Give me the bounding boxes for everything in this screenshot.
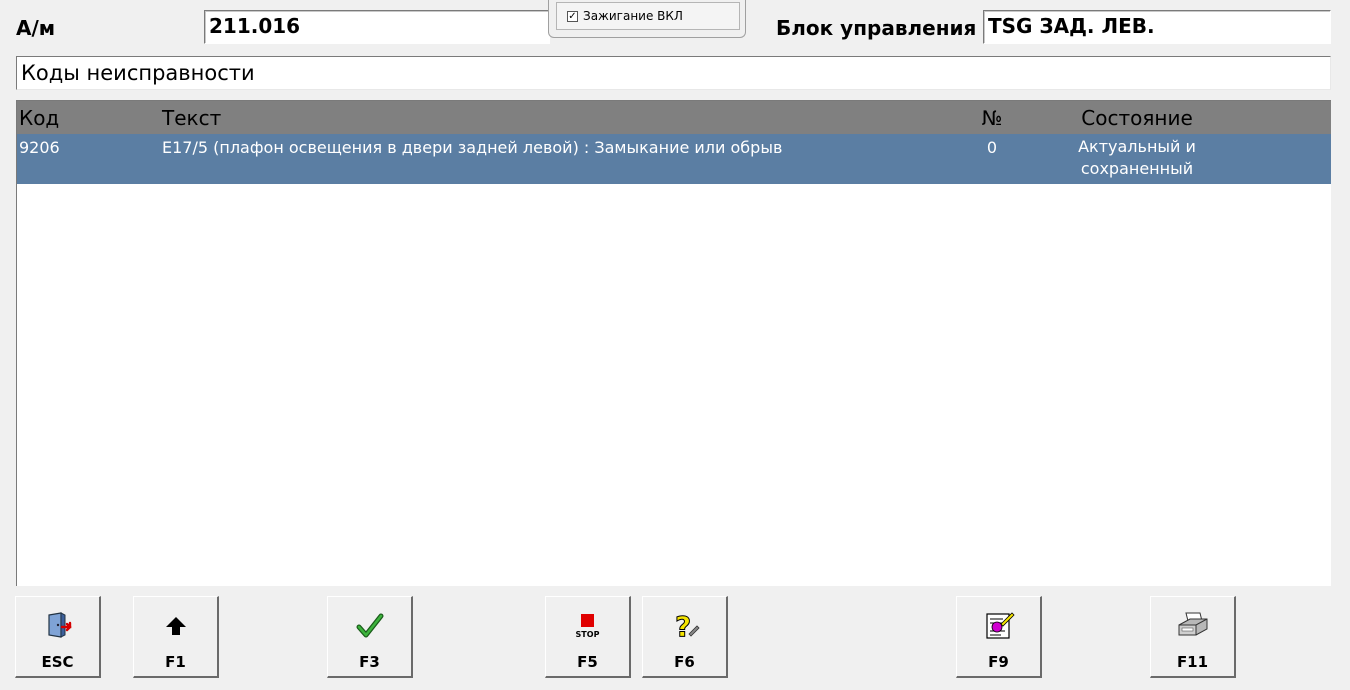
ignition-checkbox[interactable]: ✓ bbox=[567, 10, 578, 22]
stop-icon-text: STOP bbox=[575, 629, 600, 639]
table-header: Код Текст № Состояние bbox=[17, 101, 1331, 134]
printer-icon bbox=[1151, 609, 1234, 643]
f9-key-label: F9 bbox=[988, 653, 1009, 671]
f5-button[interactable]: STOP F5 bbox=[545, 596, 631, 678]
exit-door-icon bbox=[16, 609, 99, 643]
vehicle-label: А/м bbox=[16, 16, 56, 40]
row-number: 0 bbox=[986, 138, 998, 157]
row-text: E17/5 (плафон освещения в двери задней л… bbox=[162, 138, 783, 157]
column-header-code[interactable]: Код bbox=[19, 101, 59, 135]
row-state: Актуальный и сохраненный bbox=[1078, 137, 1196, 178]
table-row[interactable]: 9206 E17/5 (плафон освещения в двери зад… bbox=[17, 134, 1331, 184]
vehicle-field[interactable]: 211.016 bbox=[204, 10, 550, 44]
esc-button[interactable]: ESC bbox=[15, 596, 101, 678]
control-unit-label: Блок управления bbox=[776, 16, 977, 40]
f9-button[interactable]: F9 bbox=[956, 596, 1042, 678]
column-header-state[interactable]: Состояние bbox=[1057, 101, 1217, 135]
esc-key-label: ESC bbox=[41, 653, 74, 671]
f6-button[interactable]: ? F6 bbox=[642, 596, 728, 678]
svg-text:?: ? bbox=[675, 610, 691, 642]
f11-button[interactable]: F11 bbox=[1150, 596, 1236, 678]
edit-document-icon bbox=[957, 609, 1040, 643]
column-header-number[interactable]: № bbox=[977, 101, 1007, 135]
f6-key-label: F6 bbox=[674, 653, 695, 671]
section-title: Коды неисправности bbox=[16, 56, 1331, 90]
stop-icon: STOP bbox=[546, 609, 629, 643]
f3-key-label: F3 bbox=[359, 653, 380, 671]
f1-key-label: F1 bbox=[165, 653, 186, 671]
f11-key-label: F11 bbox=[1176, 653, 1209, 671]
f5-key-label: F5 bbox=[577, 653, 598, 671]
f1-button[interactable]: F1 bbox=[133, 596, 219, 678]
ignition-checkbox-row[interactable]: ✓ Зажигание ВКЛ bbox=[556, 2, 740, 30]
column-header-text[interactable]: Текст bbox=[162, 101, 221, 135]
fault-codes-table: Код Текст № Состояние 9206 E17/5 (плафон… bbox=[16, 100, 1331, 586]
row-code: 9206 bbox=[19, 138, 60, 157]
ignition-popup: ✓ Зажигание ВКЛ bbox=[548, 0, 746, 38]
help-question-icon: ? bbox=[643, 609, 726, 643]
checkmark-icon bbox=[328, 609, 411, 643]
arrow-up-icon bbox=[134, 609, 217, 643]
f3-button[interactable]: F3 bbox=[327, 596, 413, 678]
control-unit-field[interactable]: TSG ЗАД. ЛЕВ. bbox=[983, 10, 1331, 44]
ignition-checkbox-label: Зажигание ВКЛ bbox=[583, 9, 683, 23]
diagnostic-window: А/м 211.016 ✓ Зажигание ВКЛ Блок управле… bbox=[0, 0, 1350, 690]
